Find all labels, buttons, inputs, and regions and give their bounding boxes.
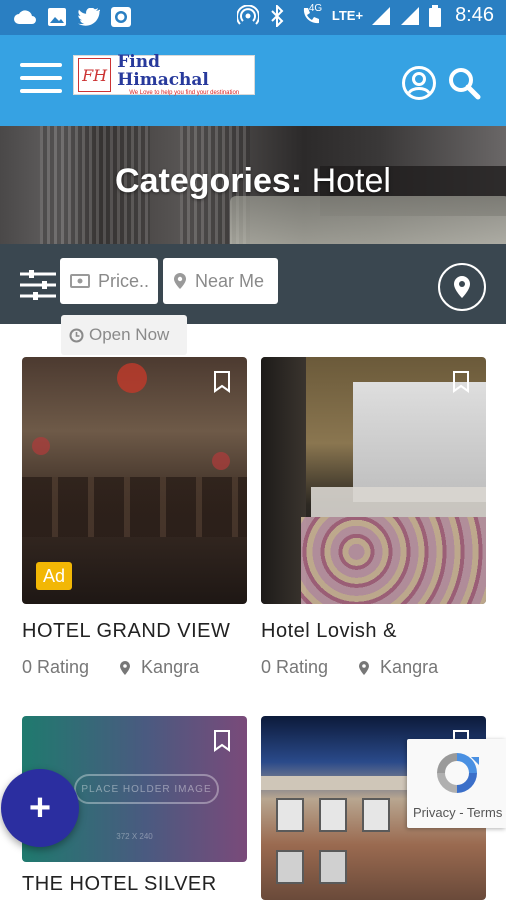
map-location-button[interactable]: [438, 263, 486, 311]
title-category: Hotel: [311, 162, 391, 200]
recaptcha-icon: [431, 747, 483, 799]
hotspot-icon: [236, 4, 259, 27]
logo-name: Find Himachal: [117, 51, 209, 90]
map-pin-icon: [119, 660, 131, 676]
page-title: Categories: Hotel: [0, 162, 506, 201]
near-me-filter[interactable]: Near Me: [163, 258, 278, 304]
network-type-label: 4G: [308, 2, 323, 14]
open-now-label: Open Now: [89, 325, 170, 344]
battery-icon: [428, 4, 442, 27]
status-bar: 4G LTE+ 8:46: [0, 0, 506, 35]
app-logo[interactable]: FH Find Himachal We Love to help you fin…: [73, 51, 255, 96]
app-bar: FH Find Himachal We Love to help you fin…: [0, 35, 506, 126]
map-pin-icon: [173, 272, 187, 290]
account-icon[interactable]: [401, 65, 437, 101]
logo-tagline: We Love to help you find your destinatio…: [129, 89, 240, 96]
bookmark-icon[interactable]: [213, 371, 231, 393]
filter-sliders-icon[interactable]: [20, 270, 56, 300]
listing-rating: 0 Rating: [261, 657, 329, 677]
price-filter-label: Price..: [98, 270, 150, 291]
listing-location: Kangra: [380, 657, 439, 677]
bookmark-icon[interactable]: [213, 730, 231, 752]
recaptcha-links[interactable]: Privacy - Terms: [413, 805, 502, 820]
title-prefix: Categories:: [115, 162, 303, 200]
listing-rating: 0 Rating: [22, 657, 90, 677]
logo-mark: FH: [78, 58, 112, 92]
lte-label: LTE+: [331, 8, 364, 23]
filter-bar: Price.. Near Me: [0, 244, 506, 324]
category-hero: Categories: Hotel: [0, 126, 506, 244]
call-icon: 4G: [295, 2, 325, 27]
clock-icon: [69, 328, 84, 343]
listing-location: Kangra: [141, 657, 200, 677]
fab-label: +: [28, 787, 52, 829]
placeholder-size-label: 372 X 240: [116, 832, 153, 841]
listing-card-image[interactable]: Ad: [22, 357, 247, 604]
listing-card-image[interactable]: [261, 357, 486, 604]
add-listing-button[interactable]: +: [1, 769, 79, 847]
map-pin-icon: [453, 275, 471, 299]
listing-title[interactable]: THE HOTEL SILVER: [22, 873, 217, 896]
bookmark-icon[interactable]: [452, 371, 470, 393]
signal-icon: [370, 5, 392, 27]
open-now-filter[interactable]: Open Now: [61, 315, 187, 355]
recaptcha-badge[interactable]: Privacy - Terms: [407, 739, 506, 828]
ad-badge: Ad: [36, 562, 72, 590]
money-icon: [70, 274, 90, 288]
menu-icon[interactable]: [20, 63, 62, 95]
price-filter[interactable]: Price..: [60, 258, 158, 304]
listing-meta: 0 Rating Kangra: [261, 657, 438, 678]
image-icon: [46, 6, 68, 28]
twitter-icon: [78, 6, 100, 28]
listing-title[interactable]: Hotel Lovish &: [261, 620, 397, 643]
cloud-icon: [14, 6, 36, 28]
camera-icon: [110, 6, 132, 28]
placeholder-image-label: PLACE HOLDER IMAGE: [81, 783, 212, 795]
map-pin-icon: [358, 660, 370, 676]
signal-icon: [399, 5, 421, 27]
search-icon[interactable]: [446, 65, 482, 101]
listing-title[interactable]: HOTEL GRAND VIEW: [22, 620, 230, 643]
listing-meta: 0 Rating Kangra: [22, 657, 199, 678]
near-me-label: Near Me: [195, 270, 265, 291]
bluetooth-icon: [266, 4, 288, 27]
clock: 8:46: [455, 4, 494, 26]
